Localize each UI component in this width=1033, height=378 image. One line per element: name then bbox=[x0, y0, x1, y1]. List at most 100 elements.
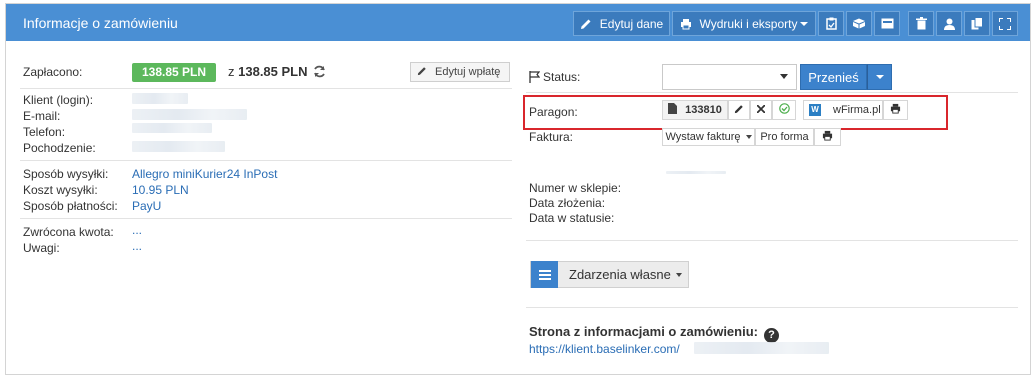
order-date-label: Data złożenia: bbox=[529, 196, 606, 210]
redacted-text bbox=[666, 171, 726, 174]
copy-icon bbox=[971, 17, 983, 30]
copy-button[interactable] bbox=[964, 11, 990, 36]
refund-value[interactable]: ... bbox=[132, 223, 142, 237]
expand-icon bbox=[999, 17, 1011, 30]
phone-label: Telefon: bbox=[23, 125, 66, 139]
shipping-cost-value[interactable]: 10.95 PLN bbox=[132, 183, 189, 197]
shipping-method-label: Sposób wysyłki: bbox=[23, 167, 109, 181]
printer-icon bbox=[822, 130, 833, 144]
receipt-number-button[interactable]: 133810 bbox=[662, 100, 728, 120]
order-info-panel: Informacje o zamówieniu Edytuj dane Wydr… bbox=[5, 3, 1031, 375]
document-icon bbox=[668, 103, 678, 117]
email-label: E-mail: bbox=[23, 109, 61, 123]
paid-label: Zapłacono: bbox=[23, 65, 83, 79]
issue-invoice-label: Wystaw fakturę bbox=[665, 131, 741, 143]
shipping-method-value[interactable]: Allegro miniKurier24 InPost bbox=[132, 167, 277, 181]
edit-payment-button[interactable]: Edytuj wpłatę bbox=[410, 62, 510, 82]
payment-total: z 138.85 PLN bbox=[228, 64, 326, 81]
card-button[interactable] bbox=[874, 11, 900, 36]
refund-label: Zwrócona kwota: bbox=[23, 225, 114, 239]
client-login-label: Klient (login): bbox=[23, 93, 94, 107]
prints-exports-button[interactable]: Wydruki i eksporty bbox=[672, 11, 816, 36]
redacted-origin bbox=[132, 141, 225, 152]
chevron-down-icon bbox=[875, 75, 884, 79]
chevron-down-icon bbox=[780, 74, 788, 79]
delete-button[interactable] bbox=[908, 11, 934, 36]
trash-icon bbox=[915, 17, 927, 30]
close-icon bbox=[756, 104, 766, 116]
clipboard-button[interactable] bbox=[818, 11, 844, 36]
chevron-down-icon bbox=[675, 272, 682, 277]
edit-receipt-button[interactable] bbox=[728, 100, 750, 120]
pencil-icon bbox=[580, 18, 592, 30]
invoice-label: Faktura: bbox=[529, 130, 574, 144]
help-icon[interactable]: ? bbox=[763, 328, 779, 343]
custom-events-label: Zdarzenia własne bbox=[569, 267, 671, 282]
redacted-phone bbox=[132, 123, 212, 133]
shipping-cost-label: Koszt wysyłki: bbox=[23, 183, 98, 197]
print-invoice-button[interactable] bbox=[814, 128, 841, 146]
divider bbox=[526, 307, 1018, 308]
panel-header: Informacje o zamówieniu Edytuj dane Wydr… bbox=[6, 4, 1030, 41]
order-info-page-url[interactable]: https://klient.baselinker.com/ bbox=[529, 342, 680, 356]
payment-method-label: Sposób płatności: bbox=[23, 199, 118, 213]
confirm-receipt-button[interactable] bbox=[772, 100, 796, 120]
divider bbox=[20, 160, 512, 161]
divider bbox=[526, 240, 1018, 241]
pencil-icon bbox=[417, 66, 427, 79]
divider bbox=[526, 92, 1018, 93]
print-receipt-button[interactable] bbox=[883, 100, 908, 120]
fullscreen-button[interactable] bbox=[992, 11, 1018, 36]
redacted-login bbox=[132, 93, 188, 104]
divider bbox=[20, 218, 512, 219]
payment-total-value: 138.85 PLN bbox=[238, 64, 308, 79]
panel-title: Informacje o zamówieniu bbox=[23, 15, 178, 31]
receipt-label: Paragon: bbox=[529, 105, 578, 119]
check-circle-icon bbox=[778, 103, 790, 117]
user-button[interactable] bbox=[936, 11, 962, 36]
move-button[interactable]: Przenieś bbox=[800, 64, 867, 90]
custom-events-button[interactable]: Zdarzenia własne bbox=[530, 261, 689, 288]
box-icon bbox=[852, 18, 866, 29]
printer-icon bbox=[680, 18, 692, 30]
refresh-icon[interactable] bbox=[313, 65, 326, 81]
edit-payment-label: Edytuj wpłatę bbox=[435, 66, 501, 78]
status-label: Status: bbox=[529, 70, 580, 86]
issue-invoice-button[interactable]: Wystaw fakturę bbox=[662, 128, 755, 146]
flag-icon bbox=[529, 71, 541, 86]
origin-label: Pochodzenie: bbox=[23, 141, 96, 155]
user-icon bbox=[943, 18, 955, 30]
chevron-down-icon bbox=[800, 21, 809, 26]
clipboard-icon bbox=[825, 17, 837, 30]
order-info-page-title: Strona z informacjami o zamówieniu:? bbox=[529, 324, 779, 343]
payment-method-value[interactable]: PayU bbox=[132, 199, 161, 213]
wfirma-logo-icon: W bbox=[809, 104, 821, 116]
chevron-down-icon bbox=[745, 135, 752, 139]
receipt-number: 133810 bbox=[685, 104, 722, 116]
divider bbox=[20, 88, 512, 89]
prints-exports-label: Wydruki i eksporty bbox=[699, 16, 798, 31]
printer-icon bbox=[890, 103, 901, 117]
notes-label: Uwagi: bbox=[23, 241, 60, 255]
list-icon bbox=[531, 261, 558, 288]
card-icon bbox=[881, 18, 894, 29]
paid-amount-badge: 138.85 PLN bbox=[132, 63, 216, 82]
edit-data-label: Edytuj dane bbox=[599, 16, 664, 31]
payment-total-prefix: z bbox=[228, 64, 235, 79]
delete-receipt-button[interactable] bbox=[750, 100, 772, 120]
wfirma-button[interactable]: W wFirma.pl bbox=[803, 100, 883, 120]
status-label-text: Status: bbox=[543, 70, 581, 84]
redacted-email bbox=[132, 109, 247, 120]
status-select[interactable] bbox=[662, 64, 797, 90]
store-number-label: Numer w sklepie: bbox=[529, 181, 622, 195]
notes-value[interactable]: ... bbox=[132, 239, 142, 253]
move-dropdown-button[interactable] bbox=[867, 64, 892, 90]
edit-data-button[interactable]: Edytuj dane bbox=[573, 11, 670, 36]
redacted-url bbox=[694, 342, 829, 354]
proforma-button[interactable]: Pro forma bbox=[755, 128, 814, 146]
package-button[interactable] bbox=[846, 11, 872, 36]
order-info-page-title-text: Strona z informacjami o zamówieniu: bbox=[529, 324, 758, 339]
status-date-label: Data w statusie: bbox=[529, 211, 615, 225]
wfirma-label: wFirma.pl bbox=[833, 104, 881, 116]
pencil-icon bbox=[734, 104, 744, 117]
